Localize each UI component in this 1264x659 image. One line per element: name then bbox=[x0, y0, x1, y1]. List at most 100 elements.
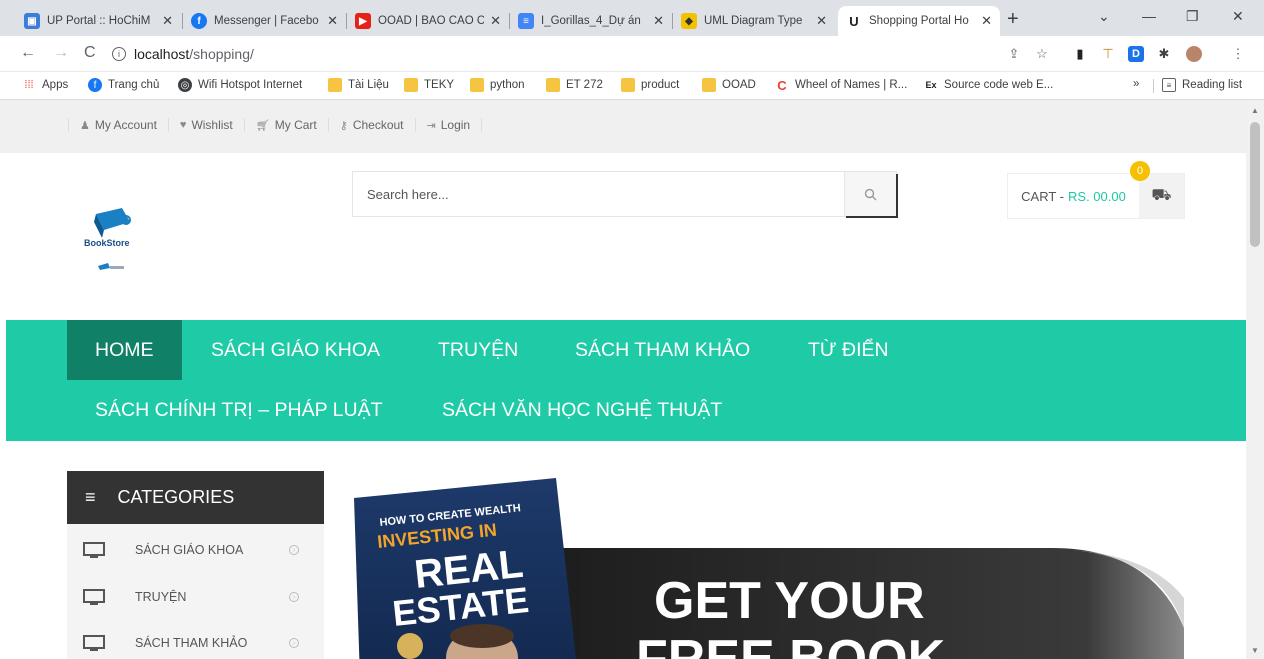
new-tab-button[interactable]: + bbox=[1007, 8, 1019, 31]
facebook-icon: f bbox=[88, 78, 102, 92]
cart-icon[interactable]: ⛟ bbox=[1139, 174, 1184, 218]
categories-header: ≡ CATEGORIES bbox=[67, 471, 324, 524]
bookmark-trang-chu[interactable]: f Trang chủ bbox=[88, 78, 159, 92]
promo-banner[interactable]: HOW TO CREATE WEALTH INVESTING IN REAL E… bbox=[352, 478, 1184, 659]
bookmark-source-code[interactable]: Ex Source code web E... bbox=[924, 78, 1053, 92]
folder-icon bbox=[546, 78, 560, 92]
scroll-down-icon[interactable]: ▼ bbox=[1251, 646, 1259, 655]
forward-icon[interactable]: → bbox=[53, 44, 69, 62]
close-icon[interactable]: ✕ bbox=[162, 13, 173, 29]
menu-kebab-icon[interactable]: ⋮ bbox=[1230, 46, 1246, 62]
bookmark-wifi[interactable]: ◎ Wifi Hotspot Internet bbox=[178, 78, 302, 92]
extension-icon[interactable]: ▮ bbox=[1072, 46, 1088, 62]
scroll-up-icon[interactable]: ▲ bbox=[1251, 106, 1259, 115]
close-icon[interactable]: ✕ bbox=[981, 13, 992, 29]
search-icon bbox=[864, 188, 877, 200]
bookmark-wheel-of-names[interactable]: C Wheel of Names | R... bbox=[775, 77, 907, 93]
wishlist-link[interactable]: ♥ Wishlist bbox=[167, 118, 244, 132]
bookstore-logo-icon: BookStore bbox=[84, 208, 131, 270]
cart-icon: 🛒︎ bbox=[255, 119, 270, 132]
tab-gorillas[interactable]: ≡ I_Gorillas_4_Dự án ✕ bbox=[510, 6, 672, 36]
search-bar bbox=[352, 171, 897, 217]
main-navigation: HOME SÁCH GIÁO KHOA TRUYỆN SÁCH THAM KHẢ… bbox=[6, 320, 1246, 441]
category-item[interactable]: TRUYỆN › bbox=[67, 574, 324, 620]
bookmark-tai-lieu[interactable]: Tài Liệu bbox=[328, 78, 389, 92]
login-link[interactable]: ⇥ Login bbox=[414, 118, 483, 132]
nav-tu-dien[interactable]: TỪ ĐIỂN bbox=[780, 320, 917, 380]
globe-icon: ◎ bbox=[178, 78, 192, 92]
nav-home[interactable]: HOME bbox=[67, 320, 182, 380]
monitor-icon bbox=[83, 634, 105, 651]
close-icon[interactable]: ✕ bbox=[816, 13, 827, 29]
cart-widget[interactable]: CART - RS. 00.00 ⛟ bbox=[1007, 173, 1185, 219]
checkout-link[interactable]: ⚷ Checkout bbox=[327, 118, 415, 132]
bookmarks-overflow-button[interactable]: » bbox=[1133, 78, 1139, 90]
restore-button[interactable]: ❐ bbox=[1186, 8, 1199, 25]
close-icon[interactable]: ✕ bbox=[327, 13, 338, 29]
category-item[interactable]: SÁCH GIÁO KHOA › bbox=[67, 527, 324, 573]
extension-icon[interactable]: ⊤ bbox=[1100, 46, 1116, 62]
reading-list-button[interactable]: ≡ Reading list bbox=[1162, 78, 1242, 92]
bookmark-python[interactable]: python bbox=[470, 78, 525, 92]
extension-icon[interactable]: D bbox=[1128, 46, 1144, 62]
heart-icon: ♥ bbox=[179, 119, 187, 131]
page-scrollbar[interactable]: ▲ ▼ bbox=[1246, 100, 1264, 659]
youtube-icon: ▶ bbox=[355, 13, 371, 29]
tab-shopping-portal[interactable]: U Shopping Portal Ho ✕ bbox=[838, 6, 1000, 36]
tab-ooad[interactable]: ▶ OOAD | BÁO CÁO C ✕ bbox=[347, 6, 509, 36]
nav-sach-van-hoc-nghe-thuat[interactable]: SÁCH VĂN HỌC NGHỆ THUẬT bbox=[414, 380, 750, 440]
messenger-icon: f bbox=[191, 13, 207, 29]
bookmark-apps[interactable]: ⁞⁞⁞ Apps bbox=[22, 78, 68, 92]
wheel-icon: C bbox=[777, 77, 787, 93]
banner-headline-line1: GET YOUR bbox=[654, 572, 925, 630]
top-utility-bar: ♟ My Account ♥ Wishlist 🛒︎ My Cart ⚷ Checkou… bbox=[0, 100, 1246, 153]
avatar[interactable] bbox=[1186, 46, 1202, 62]
bookmark-ooad[interactable]: OOAD bbox=[702, 78, 756, 92]
tab-uml[interactable]: ◆ UML Diagram Type ✕ bbox=[673, 6, 835, 36]
account-links: ♟ My Account ♥ Wishlist 🛒︎ My Cart ⚷ Checkou… bbox=[68, 118, 483, 132]
address-bar[interactable]: i localhost /shopping/ bbox=[112, 41, 992, 67]
reload-icon[interactable]: C bbox=[84, 44, 96, 62]
docs-icon: ≡ bbox=[518, 13, 534, 29]
minimize-button[interactable]: — bbox=[1142, 8, 1156, 24]
folder-icon bbox=[328, 78, 342, 92]
nav-truyen[interactable]: TRUYỆN bbox=[410, 320, 546, 380]
ex-icon: Ex bbox=[925, 80, 937, 90]
back-icon[interactable]: ← bbox=[20, 44, 36, 62]
nav-sach-tham-khao[interactable]: SÁCH THAM KHẢO bbox=[547, 320, 778, 380]
site-logo[interactable]: BookStore bbox=[82, 204, 142, 284]
bookmarks-bar: ⁞⁞⁞ Apps f Trang chủ ◎ Wifi Hotspot Interne… bbox=[0, 72, 1264, 100]
close-icon[interactable]: ✕ bbox=[653, 13, 664, 29]
bookmark-star-icon[interactable]: ☆ bbox=[1034, 46, 1050, 62]
browser-toolbar: ← → C i localhost /shopping/ ⇪ ☆ ▮ ⊤ D ✱… bbox=[0, 36, 1264, 72]
tab-up-portal[interactable]: ▣ UP Portal :: HoChiM ✕ bbox=[16, 6, 181, 36]
nav-sach-chinh-tri-phap-luat[interactable]: SÁCH CHÍNH TRỊ – PHÁP LUẬT bbox=[67, 380, 411, 440]
categories-list: SÁCH GIÁO KHOA › TRUYỆN › SÁCH THAM KHẢO… bbox=[67, 524, 324, 659]
portal-icon: ▣ bbox=[24, 13, 40, 29]
chevron-right-icon: › bbox=[289, 592, 299, 602]
nav-sach-giao-khoa[interactable]: SÁCH GIÁO KHOA bbox=[183, 320, 408, 380]
folder-icon bbox=[404, 78, 418, 92]
cart-count-badge: 0 bbox=[1130, 161, 1150, 181]
my-cart-link[interactable]: 🛒︎ My Cart bbox=[243, 118, 328, 132]
info-icon[interactable]: i bbox=[112, 47, 126, 61]
share-icon[interactable]: ⇪ bbox=[1006, 46, 1022, 62]
search-input[interactable] bbox=[353, 172, 844, 216]
bookmark-et272[interactable]: ET 272 bbox=[546, 78, 603, 92]
tab-messenger[interactable]: f Messenger | Facebo ✕ bbox=[183, 6, 346, 36]
close-window-button[interactable]: ✕ bbox=[1232, 8, 1244, 25]
scrollbar-thumb[interactable] bbox=[1250, 122, 1260, 247]
bookmark-teky[interactable]: TEKY bbox=[404, 78, 454, 92]
bookmark-product[interactable]: product bbox=[621, 78, 679, 92]
category-item[interactable]: SÁCH THAM KHẢO › bbox=[67, 620, 324, 659]
search-button[interactable] bbox=[844, 172, 896, 216]
monitor-icon bbox=[83, 541, 105, 558]
tab-search-icon[interactable]: ⌄ bbox=[1098, 8, 1110, 25]
user-icon: ♟ bbox=[80, 119, 90, 132]
puzzle-icon[interactable]: ✱ bbox=[1156, 46, 1172, 62]
my-account-link[interactable]: ♟ My Account bbox=[68, 118, 168, 132]
reading-list-icon: ≡ bbox=[1162, 78, 1176, 92]
apps-icon: ⁞⁞⁞ bbox=[24, 79, 34, 91]
close-icon[interactable]: ✕ bbox=[490, 13, 501, 29]
key-icon: ⚷ bbox=[339, 119, 348, 132]
